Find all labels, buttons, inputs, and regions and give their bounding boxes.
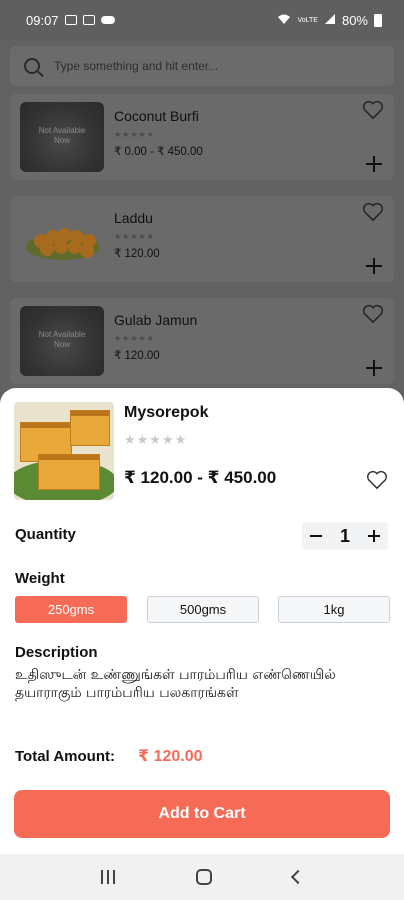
weight-option-250gms[interactable]: 250gms bbox=[15, 596, 127, 623]
search-icon[interactable] bbox=[24, 58, 40, 74]
description-label: Description bbox=[15, 644, 98, 661]
wifi-icon bbox=[277, 13, 291, 28]
description-text: உதிஸுடன் உண்ணுங்கள் பாரம்பரிய எண்ணெயில் … bbox=[15, 667, 336, 701]
signal-icon bbox=[324, 13, 336, 28]
weight-option-1kg[interactable]: 1kg bbox=[278, 596, 390, 623]
product-title: Mysorepok bbox=[124, 404, 209, 421]
quantity-stepper: 1 bbox=[302, 522, 388, 550]
search-bar[interactable]: Type something and hit enter... bbox=[10, 46, 394, 86]
not-available-label: Not Available Now bbox=[38, 330, 86, 349]
image-icon bbox=[82, 15, 95, 25]
recent-apps-icon[interactable] bbox=[100, 870, 115, 884]
plus-icon[interactable] bbox=[367, 530, 380, 542]
product-name: Laddu bbox=[114, 210, 153, 226]
product-name: Coconut Burfi bbox=[114, 108, 199, 124]
add-button[interactable] bbox=[366, 258, 382, 274]
status-time: 09:07 bbox=[26, 12, 59, 28]
total-amount-value: ₹ 120.00 bbox=[138, 748, 203, 765]
product-stars: ★★★★★ bbox=[114, 130, 155, 139]
battery-icon bbox=[374, 13, 382, 27]
not-available-label: Not Available Now bbox=[38, 126, 86, 145]
product-name: Gulab Jamun bbox=[114, 312, 198, 328]
product-card[interactable]: Not Available Now Coconut Burfi ★★★★★ ₹ … bbox=[10, 94, 394, 180]
heart-icon[interactable] bbox=[362, 202, 384, 222]
back-icon[interactable] bbox=[291, 869, 306, 885]
product-image bbox=[20, 204, 104, 274]
signal-label: VoLTE bbox=[297, 16, 318, 24]
minus-icon[interactable] bbox=[310, 535, 322, 537]
weight-option-500gms[interactable]: 500gms bbox=[147, 596, 259, 623]
product-detail-sheet: Mysorepok ★★★★★ ₹ 120.00 - ₹ 450.00 Quan… bbox=[0, 388, 404, 854]
home-icon[interactable] bbox=[195, 869, 212, 885]
add-to-cart-button[interactable]: Add to Cart bbox=[14, 790, 390, 838]
screen-icon bbox=[64, 15, 77, 25]
product-card[interactable]: Not Available Now Gulab Jamun ★★★★★ ₹ 12… bbox=[10, 298, 394, 384]
cloud-icon bbox=[100, 16, 115, 24]
add-button[interactable] bbox=[366, 360, 382, 376]
product-price: ₹ 0.00 - ₹ 450.00 bbox=[114, 146, 203, 158]
status-bar: 09:07 VoLTE 80% bbox=[0, 0, 404, 40]
total-amount-label: Total Amount: bbox=[15, 748, 115, 765]
product-stars: ★★★★★ bbox=[114, 334, 155, 343]
search-input[interactable]: Type something and hit enter... bbox=[54, 59, 218, 73]
product-price: ₹ 120.00 bbox=[114, 350, 160, 362]
product-stars: ★★★★★ bbox=[114, 232, 155, 241]
heart-icon[interactable] bbox=[362, 304, 384, 324]
product-image bbox=[14, 402, 114, 500]
quantity-label: Quantity bbox=[15, 526, 76, 543]
heart-icon[interactable] bbox=[366, 470, 388, 490]
product-price: ₹ 120.00 bbox=[114, 248, 160, 260]
quantity-value: 1 bbox=[339, 525, 350, 546]
product-price: ₹ 120.00 - ₹ 450.00 bbox=[124, 468, 277, 487]
system-navbar bbox=[0, 854, 404, 900]
weight-label: Weight bbox=[15, 570, 65, 587]
add-button[interactable] bbox=[366, 156, 382, 172]
battery-text: 80% bbox=[341, 12, 368, 28]
product-list: Type something and hit enter... Not Avai… bbox=[0, 40, 404, 392]
product-card[interactable]: Laddu ★★★★★ ₹ 120.00 bbox=[10, 196, 394, 282]
heart-icon[interactable] bbox=[362, 100, 384, 120]
product-rating: ★★★★★ bbox=[124, 432, 188, 447]
product-image: Not Available Now bbox=[20, 306, 104, 376]
product-image: Not Available Now bbox=[20, 102, 104, 172]
